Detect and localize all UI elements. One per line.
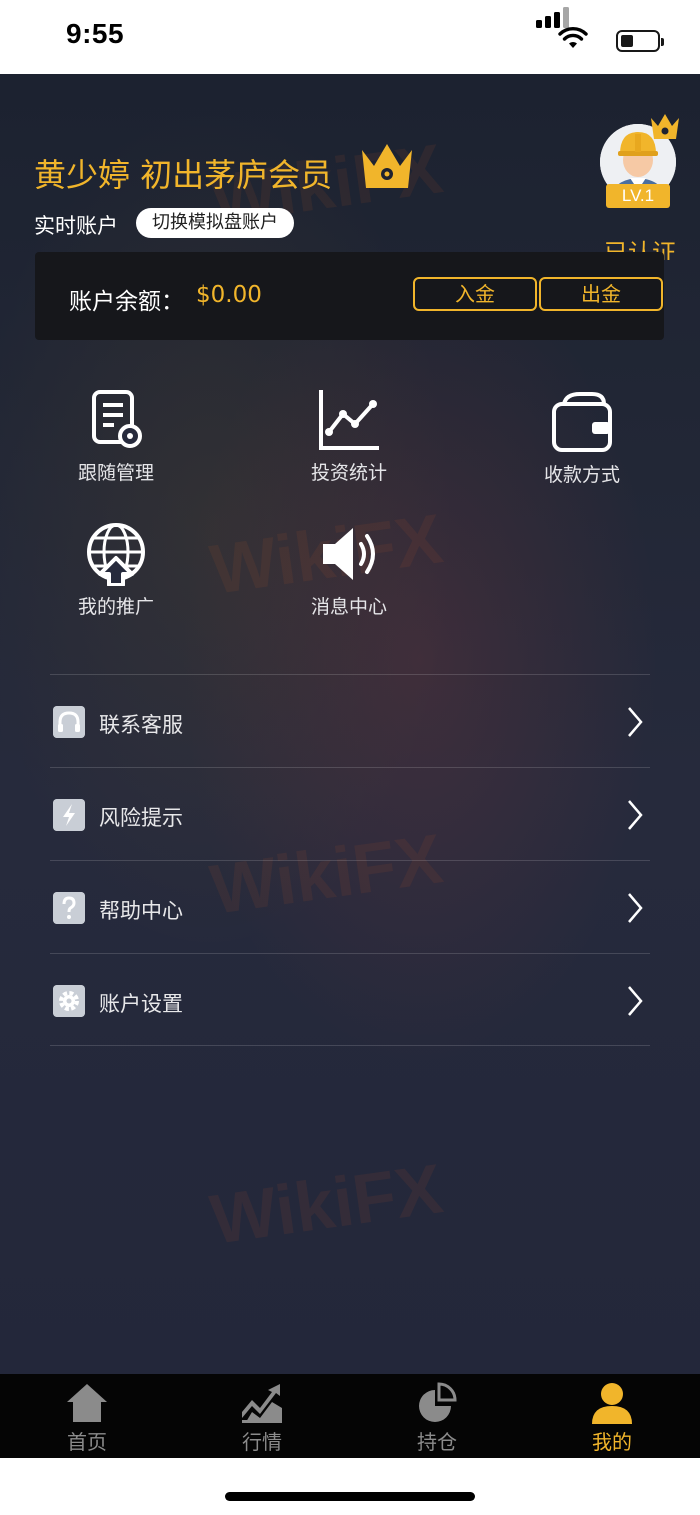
switch-demo-account-button[interactable]: 切换模拟盘账户: [136, 208, 294, 238]
crown-icon: [362, 144, 412, 188]
grid-item-message-center[interactable]: 消息中心: [279, 522, 419, 619]
status-time: 9:55: [66, 18, 125, 49]
account-type: 实时账户: [34, 214, 118, 238]
withdraw-button[interactable]: 出金: [539, 277, 663, 311]
tab-positions[interactable]: 持仓: [387, 1382, 487, 1455]
tab-label: 我的: [592, 1430, 632, 1454]
tab-label: 持仓: [417, 1430, 457, 1454]
balance-card: 账户余额： $0.00 入金 出金: [35, 252, 664, 340]
user-icon: [592, 1383, 632, 1424]
status-bar: 9:55: [0, 0, 700, 74]
menu-item-account-settings[interactable]: 账户设置: [50, 953, 650, 1046]
pie-icon: [419, 1382, 457, 1422]
chevron-right-icon: [628, 707, 643, 737]
deposit-button[interactable]: 入金: [413, 277, 537, 311]
tab-home[interactable]: 首页: [37, 1382, 137, 1455]
grid-item-investment-stats[interactable]: 投资统计: [279, 388, 419, 485]
document-gear-icon: [92, 390, 142, 448]
chevron-right-icon: [628, 893, 643, 923]
menu-item-label: 风险提示: [99, 806, 183, 830]
home-icon: [67, 1384, 107, 1422]
chevron-right-icon: [628, 986, 643, 1016]
gear-icon: [53, 985, 85, 1017]
grid-label: 投资统计: [310, 462, 387, 484]
wallet-icon: [552, 392, 612, 452]
question-icon: [53, 892, 85, 924]
headset-icon: [53, 706, 85, 738]
menu-item-risk-warning[interactable]: 风险提示: [50, 767, 650, 860]
user-name: 黄少婷 初出茅庐会员: [34, 156, 333, 194]
tab-mine[interactable]: 我的: [562, 1382, 662, 1455]
menu-item-label: 账户设置: [99, 992, 183, 1016]
grid-label: 消息中心: [310, 596, 387, 618]
cellular-signal-icon: [536, 6, 570, 28]
menu-list: 联系客服 风险提示 帮助中心 账户设置: [50, 674, 650, 1046]
chevron-right-icon: [628, 800, 643, 830]
tab-market[interactable]: 行情: [212, 1382, 312, 1455]
level-badge: LV.1: [606, 184, 670, 208]
home-indicator-area: [0, 1458, 700, 1515]
wifi-icon: [558, 27, 588, 48]
balance-value: $0.00: [196, 282, 262, 308]
grid-item-follow-management[interactable]: 跟随管理: [46, 388, 186, 485]
menu-item-label: 联系客服: [99, 713, 183, 737]
speaker-icon: [323, 528, 375, 580]
line-chart-icon: [319, 390, 379, 450]
grid-label: 跟随管理: [77, 462, 154, 484]
grid-item-my-promotion[interactable]: 我的推广: [46, 522, 186, 619]
grid-label: 我的推广: [77, 596, 154, 618]
watermark: WikiFX: [205, 1149, 448, 1259]
battery-icon: [616, 30, 664, 52]
tab-label: 首页: [67, 1430, 107, 1454]
chart-icon: [242, 1384, 282, 1423]
grid-item-payment-methods[interactable]: 收款方式: [512, 390, 652, 487]
home-indicator[interactable]: [225, 1492, 475, 1501]
globe-upload-icon: [87, 523, 145, 586]
menu-item-label: 帮助中心: [99, 899, 183, 923]
grid-label: 收款方式: [543, 464, 620, 486]
menu-item-help-center[interactable]: 帮助中心: [50, 860, 650, 953]
menu-item-contact-support[interactable]: 联系客服: [50, 674, 650, 767]
crown-small-icon: [651, 114, 679, 139]
lightning-icon: [53, 799, 85, 831]
balance-label: 账户余额：: [69, 289, 184, 315]
tab-bar: 首页 行情 持仓 我的: [0, 1374, 700, 1458]
tab-label: 行情: [242, 1430, 282, 1454]
